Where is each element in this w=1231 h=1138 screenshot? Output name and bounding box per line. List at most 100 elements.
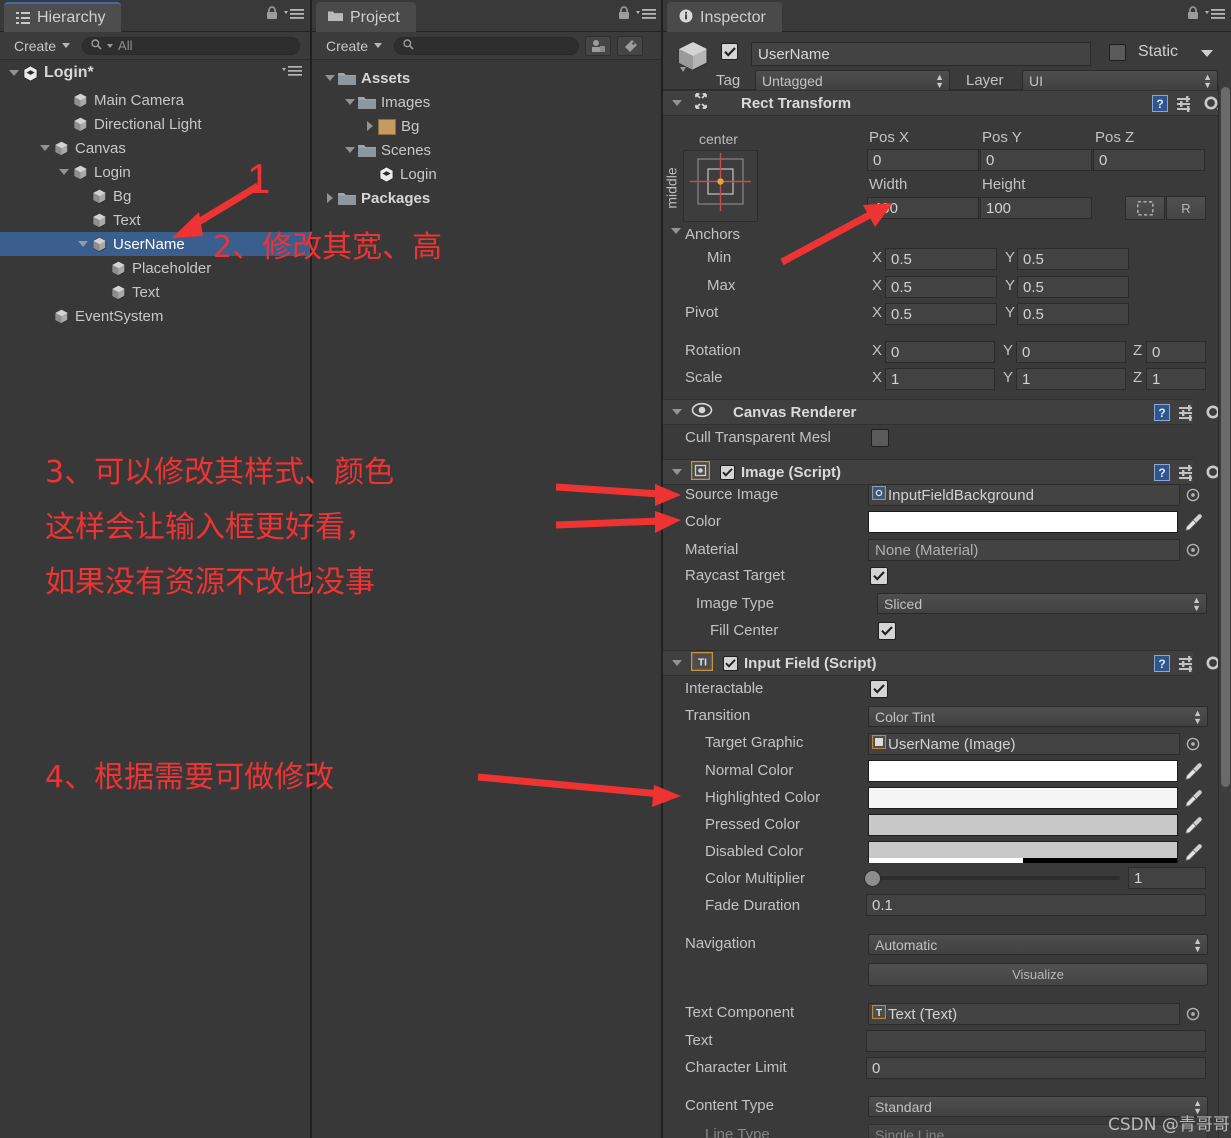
preset-icon[interactable] [1179,404,1196,425]
project-item-packages[interactable]: Packages [312,186,662,210]
layer-dropdown[interactable]: UI ▲ ▼ [1022,70,1218,91]
hierarchy-item-directional-light[interactable]: Directional Light [0,112,310,136]
filter-by-label-icon[interactable] [617,35,644,56]
rect-transform-expand-caret[interactable] [669,100,685,106]
expand-caret[interactable] [322,75,338,81]
inspector-scrollbar[interactable] [1218,85,1231,1138]
eyedropper-icon[interactable] [1184,512,1202,532]
lock-icon[interactable] [266,6,278,25]
hierarchy-item-main-camera[interactable]: Main Camera [0,88,310,112]
blueprint-mode-button[interactable] [1125,196,1165,220]
pivot-x-input[interactable]: 0.5 [885,303,997,325]
color-swatch[interactable] [868,511,1178,533]
expand-caret[interactable] [75,241,91,247]
tab-inspector[interactable]: Inspector [667,2,782,32]
inspector-scroll-thumb[interactable] [1221,87,1230,787]
tab-hierarchy[interactable]: Hierarchy [4,2,122,32]
expand-caret[interactable] [362,121,378,131]
tab-project[interactable]: Project [316,2,416,32]
expand-caret[interactable] [37,145,53,151]
lock-icon[interactable] [618,6,630,25]
anchors-expand-caret[interactable] [668,228,684,234]
input-field-script-header[interactable]: TI Input Field (Script) ? [663,650,1222,676]
cull-transparent-mesh-checkbox[interactable] [871,429,889,447]
static-checkbox[interactable] [1109,44,1126,61]
anchor-max-x-input[interactable]: 0.5 [885,276,997,298]
filter-by-type-icon[interactable] [585,35,612,56]
image-script-expand-caret[interactable] [669,469,685,475]
project-item-login[interactable]: Login [312,162,662,186]
preset-icon[interactable] [1179,464,1196,485]
image-type-dropdown[interactable]: Sliced ▲ ▼ [877,593,1207,614]
project-item-assets[interactable]: Assets [312,66,662,90]
anchor-max-y-input[interactable]: 0.5 [1017,276,1129,298]
lock-icon[interactable] [1187,6,1199,25]
material-picker-icon[interactable] [1186,543,1200,562]
raycast-target-checkbox[interactable] [870,567,888,585]
source-image-picker-icon[interactable] [1186,488,1200,507]
height-input[interactable]: 100 [980,197,1092,219]
character-limit-input[interactable]: 0 [866,1057,1206,1079]
eyedropper-icon[interactable] [1184,815,1202,835]
canvas-renderer-header[interactable]: Canvas Renderer ? [663,399,1222,425]
pivot-y-input[interactable]: 0.5 [1017,303,1129,325]
tag-dropdown[interactable]: Untagged ▲ ▼ [755,70,950,91]
eyedropper-icon[interactable] [1184,761,1202,781]
gameobject-name-input[interactable]: UserName [751,42,1091,66]
hierarchy-scene-row[interactable]: Login* [0,60,310,86]
color-multiplier-slider[interactable] [866,876,1120,880]
input-field-enabled-checkbox[interactable] [723,655,738,671]
project-search-input[interactable] [394,36,580,55]
anchor-min-x-input[interactable]: 0.5 [885,248,997,270]
expand-caret[interactable] [342,147,358,153]
pos-z-input[interactable]: 0 [1093,149,1205,171]
canvas-renderer-expand-caret[interactable] [669,409,685,415]
target-graphic-picker-icon[interactable] [1186,737,1200,756]
expand-caret[interactable] [322,193,338,203]
hierarchy-search-input[interactable]: All [82,36,301,55]
gameobject-active-toggle[interactable] [721,43,738,60]
text-input[interactable] [866,1030,1206,1052]
raw-edit-mode-button[interactable]: R [1166,196,1206,220]
help-icon[interactable]: ? [1154,655,1170,676]
project-item-scenes[interactable]: Scenes [312,138,662,162]
scene-context-menu-icon[interactable] [282,64,302,82]
project-item-bg[interactable]: Bg [312,114,662,138]
image-script-enabled-checkbox[interactable] [720,464,735,480]
rect-transform-header[interactable]: Rect Transform ? [663,90,1231,116]
text-component-picker-icon[interactable] [1186,1007,1200,1026]
color-multiplier-input[interactable]: 1 [1128,867,1206,889]
expand-caret[interactable] [56,169,72,175]
expand-caret[interactable] [342,99,358,105]
input-field-expand-caret[interactable] [669,660,685,666]
static-dropdown-caret[interactable] [1201,50,1213,57]
hierarchy-item-text[interactable]: Text [0,280,310,304]
help-icon[interactable]: ? [1154,404,1170,425]
color-multiplier-slider-handle[interactable] [864,870,881,887]
scale-z-input[interactable]: 1 [1146,368,1206,390]
pos-y-input[interactable]: 0 [980,149,1092,171]
preset-icon[interactable] [1177,95,1194,116]
disabled-color-swatch[interactable] [868,841,1178,863]
anchor-min-y-input[interactable]: 0.5 [1017,248,1129,270]
panel-menu-icon[interactable] [1205,7,1225,25]
normal-color-swatch[interactable] [868,760,1178,782]
scale-y-input[interactable]: 1 [1016,368,1126,390]
pos-x-input[interactable]: 0 [867,149,979,171]
material-field[interactable]: None (Material) [868,539,1180,561]
rotation-x-input[interactable]: 0 [885,341,995,363]
rotation-z-input[interactable]: 0 [1146,341,1206,363]
visualize-button[interactable]: Visualize [868,963,1208,986]
interactable-checkbox[interactable] [870,680,888,698]
image-script-header[interactable]: Image (Script) ? [663,459,1222,485]
rotation-y-input[interactable]: 0 [1016,341,1126,363]
highlighted-color-swatch[interactable] [868,787,1178,809]
source-image-field[interactable]: InputFieldBackground [868,484,1180,506]
project-create-button[interactable]: Create [318,36,388,56]
panel-menu-icon[interactable] [284,7,304,25]
fill-center-checkbox[interactable] [878,622,896,640]
panel-menu-icon[interactable] [636,7,656,25]
eyedropper-icon[interactable] [1184,788,1202,808]
target-graphic-field[interactable]: UserName (Image) [868,733,1180,755]
text-component-field[interactable]: T Text (Text) [868,1003,1180,1025]
